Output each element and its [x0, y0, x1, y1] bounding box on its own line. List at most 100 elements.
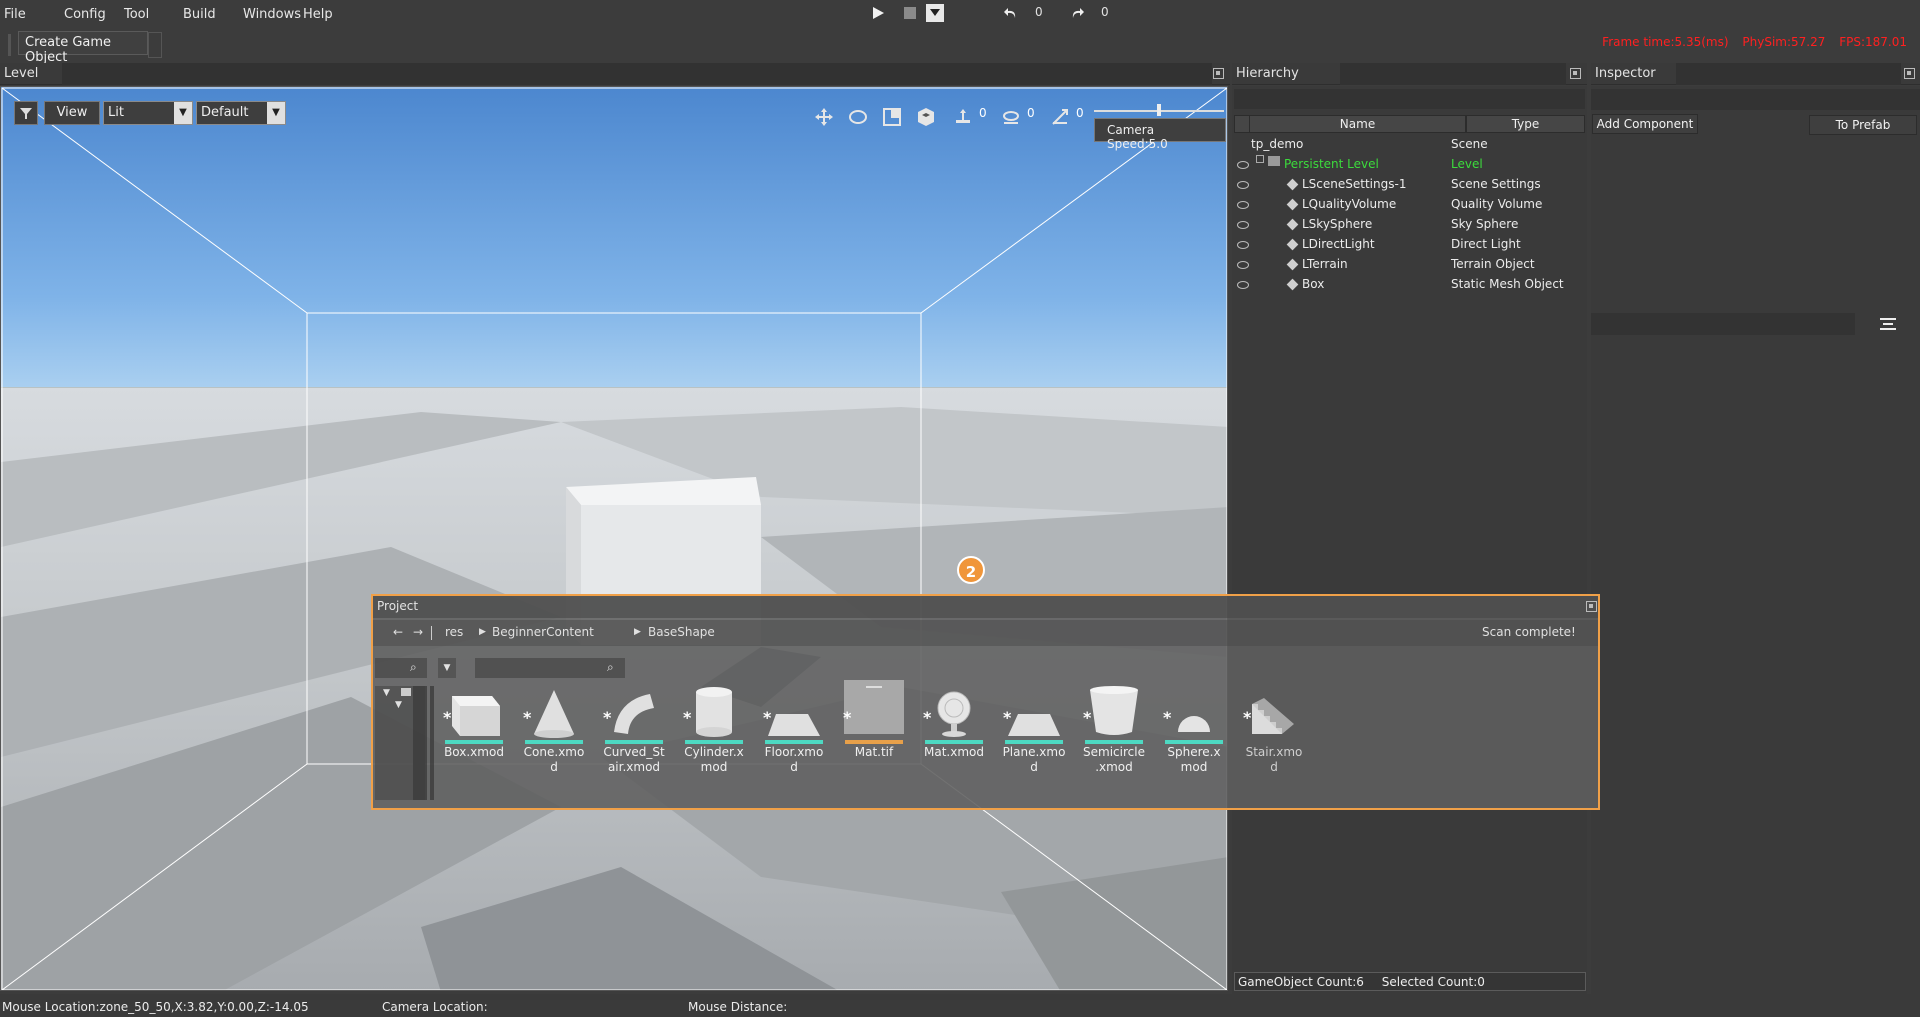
menu-help[interactable]: Help — [303, 7, 333, 22]
row-name: LSceneSettings-1 — [1302, 177, 1407, 191]
breadcrumb-res[interactable]: res — [445, 625, 463, 639]
play-options-dropdown-icon[interactable] — [926, 4, 944, 22]
filter-dropdown-icon[interactable]: ▼ — [438, 658, 456, 678]
eye-icon[interactable] — [1237, 221, 1249, 229]
asset-item[interactable]: * Cylinder.x mod — [677, 680, 751, 800]
local-space-icon[interactable] — [915, 106, 937, 128]
create-game-object-button[interactable]: Create Game Object — [18, 31, 148, 65]
viewport-filter-icon[interactable] — [14, 101, 38, 125]
menu-tool[interactable]: Tool — [124, 7, 149, 22]
asset-item[interactable]: * Plane.xmo d — [997, 680, 1071, 800]
asset-label-line1: Stair.xmo — [1245, 745, 1303, 759]
eye-icon[interactable] — [1237, 241, 1249, 249]
asset-label-line1: Sphere.x — [1167, 745, 1221, 759]
asset-type-bar — [1165, 740, 1223, 744]
tree-row-object[interactable]: Box — [1302, 277, 1324, 297]
tree-row-object[interactable]: LSkySphere — [1302, 217, 1372, 237]
tree-row-object[interactable]: LQualityVolume — [1302, 197, 1396, 217]
hierarchy-panel-header: Hierarchy — [1232, 63, 1587, 85]
asset-search-input[interactable] — [475, 658, 625, 678]
pin-icon[interactable] — [1213, 68, 1224, 79]
panel-splitter[interactable] — [430, 686, 434, 800]
chevron-right-icon: ▶ — [479, 627, 486, 637]
asset-item[interactable]: * Cone.xmo d — [517, 680, 591, 800]
project-title: Project — [377, 599, 419, 613]
snap-move-icon[interactable] — [953, 106, 973, 128]
lit-select[interactable]: Lit ▼ — [103, 101, 193, 125]
column-name[interactable]: Name — [1249, 115, 1466, 133]
redo-icon[interactable] — [1068, 4, 1086, 22]
folder-search-input[interactable] — [375, 658, 427, 678]
asset-item[interactable]: * Mat.tif — [837, 680, 911, 800]
tree-row-object[interactable]: LSceneSettings-1 — [1302, 177, 1406, 197]
view-button[interactable]: View — [44, 101, 100, 125]
eye-icon[interactable] — [1237, 201, 1249, 209]
scale-tool-icon[interactable] — [881, 106, 903, 128]
default-select[interactable]: Default ▼ — [196, 101, 286, 125]
folder-tree-scrollbar[interactable] — [413, 686, 427, 800]
pin-icon[interactable] — [1904, 68, 1915, 79]
pin-icon[interactable] — [1586, 601, 1597, 612]
mouse-location: Mouse Location:zone_50_50,X:3.82,Y:0.00,… — [2, 1000, 309, 1014]
texture-thumbnail — [844, 680, 904, 734]
row-type: Sky Sphere — [1451, 217, 1519, 231]
asset-item[interactable]: * Sphere.x mod — [1157, 680, 1231, 800]
breadcrumb-baseshape[interactable]: BaseShape — [648, 625, 715, 639]
eye-icon[interactable] — [1237, 161, 1249, 169]
eye-icon[interactable] — [1237, 181, 1249, 189]
pin-icon[interactable] — [1570, 68, 1581, 79]
play-icon[interactable] — [870, 5, 886, 21]
menu-build[interactable]: Build — [183, 7, 216, 22]
breadcrumb-beginnercontent[interactable]: BeginnerContent — [492, 625, 594, 639]
row-type: Quality Volume — [1451, 197, 1543, 211]
tree-row-object[interactable]: LDirectLight — [1302, 237, 1375, 257]
search-icon[interactable]: ⌕ — [607, 660, 614, 675]
asset-item[interactable]: * Floor.xmo d — [757, 680, 831, 800]
asterisk-icon: * — [443, 708, 452, 727]
asset-type-bar — [1085, 740, 1143, 744]
snap-rotate-icon[interactable] — [1001, 106, 1021, 128]
gameobject-count: GameObject Count:6 — [1238, 975, 1364, 989]
asset-item[interactable]: * Semicircle .xmod — [1077, 680, 1151, 800]
tree-collapse-icon[interactable] — [1256, 155, 1264, 163]
column-type[interactable]: Type — [1466, 115, 1585, 133]
search-icon[interactable]: ⌕ — [410, 660, 417, 675]
hierarchy-title: Hierarchy — [1236, 66, 1299, 81]
rotate-tool-icon[interactable] — [847, 106, 869, 128]
tree-row-scene[interactable]: tp_demo — [1251, 137, 1303, 157]
asset-item[interactable]: * Box.xmod — [437, 680, 511, 800]
asset-label-line1: Semicircle — [1083, 745, 1145, 759]
asset-item[interactable]: * Mat.xmod — [917, 680, 991, 800]
selected-count: Selected Count:0 — [1381, 975, 1485, 989]
asset-item[interactable]: * Curved_St air.xmod — [597, 680, 671, 800]
move-tool-icon[interactable] — [813, 106, 835, 128]
forward-arrow-icon[interactable]: → — [413, 625, 423, 639]
tree-row-persistent-level[interactable]: Persistent Level — [1284, 157, 1379, 177]
asset-label-line2: d — [1270, 760, 1278, 774]
add-component-button[interactable]: Add Component — [1592, 114, 1698, 134]
lit-select-value: Lit — [108, 105, 124, 120]
snap-scale-icon[interactable] — [1050, 106, 1070, 128]
hierarchy-tab-strip — [1340, 63, 1566, 85]
menu-file[interactable]: File — [4, 7, 26, 22]
camera-speed-slider-handle[interactable] — [1157, 104, 1161, 116]
level-viewport[interactable] — [0, 86, 1228, 991]
tree-row-object[interactable]: LTerrain — [1302, 257, 1348, 277]
undo-icon[interactable] — [1002, 4, 1020, 22]
phys-sim: PhySim:57.27 — [1742, 35, 1826, 49]
column-visibility[interactable] — [1234, 115, 1250, 133]
back-arrow-icon[interactable]: ← — [393, 625, 403, 639]
menu-config[interactable]: Config — [64, 7, 106, 22]
tree-expand-icon[interactable]: ▼ — [395, 700, 402, 710]
eye-icon[interactable] — [1237, 281, 1249, 289]
tree-expand-icon[interactable]: ▼ — [383, 688, 390, 698]
hierarchy-search-bar[interactable] — [1234, 89, 1585, 109]
fps: FPS:187.01 — [1839, 35, 1907, 49]
menu-windows[interactable]: Windows — [243, 7, 301, 22]
stop-icon[interactable] — [902, 5, 918, 21]
folder-icon — [401, 688, 411, 696]
eye-icon[interactable] — [1237, 261, 1249, 269]
asset-item[interactable]: * Stair.xmo d — [1237, 680, 1311, 800]
to-prefab-button[interactable]: To Prefab — [1809, 115, 1917, 135]
align-menu-icon[interactable] — [1878, 316, 1898, 332]
